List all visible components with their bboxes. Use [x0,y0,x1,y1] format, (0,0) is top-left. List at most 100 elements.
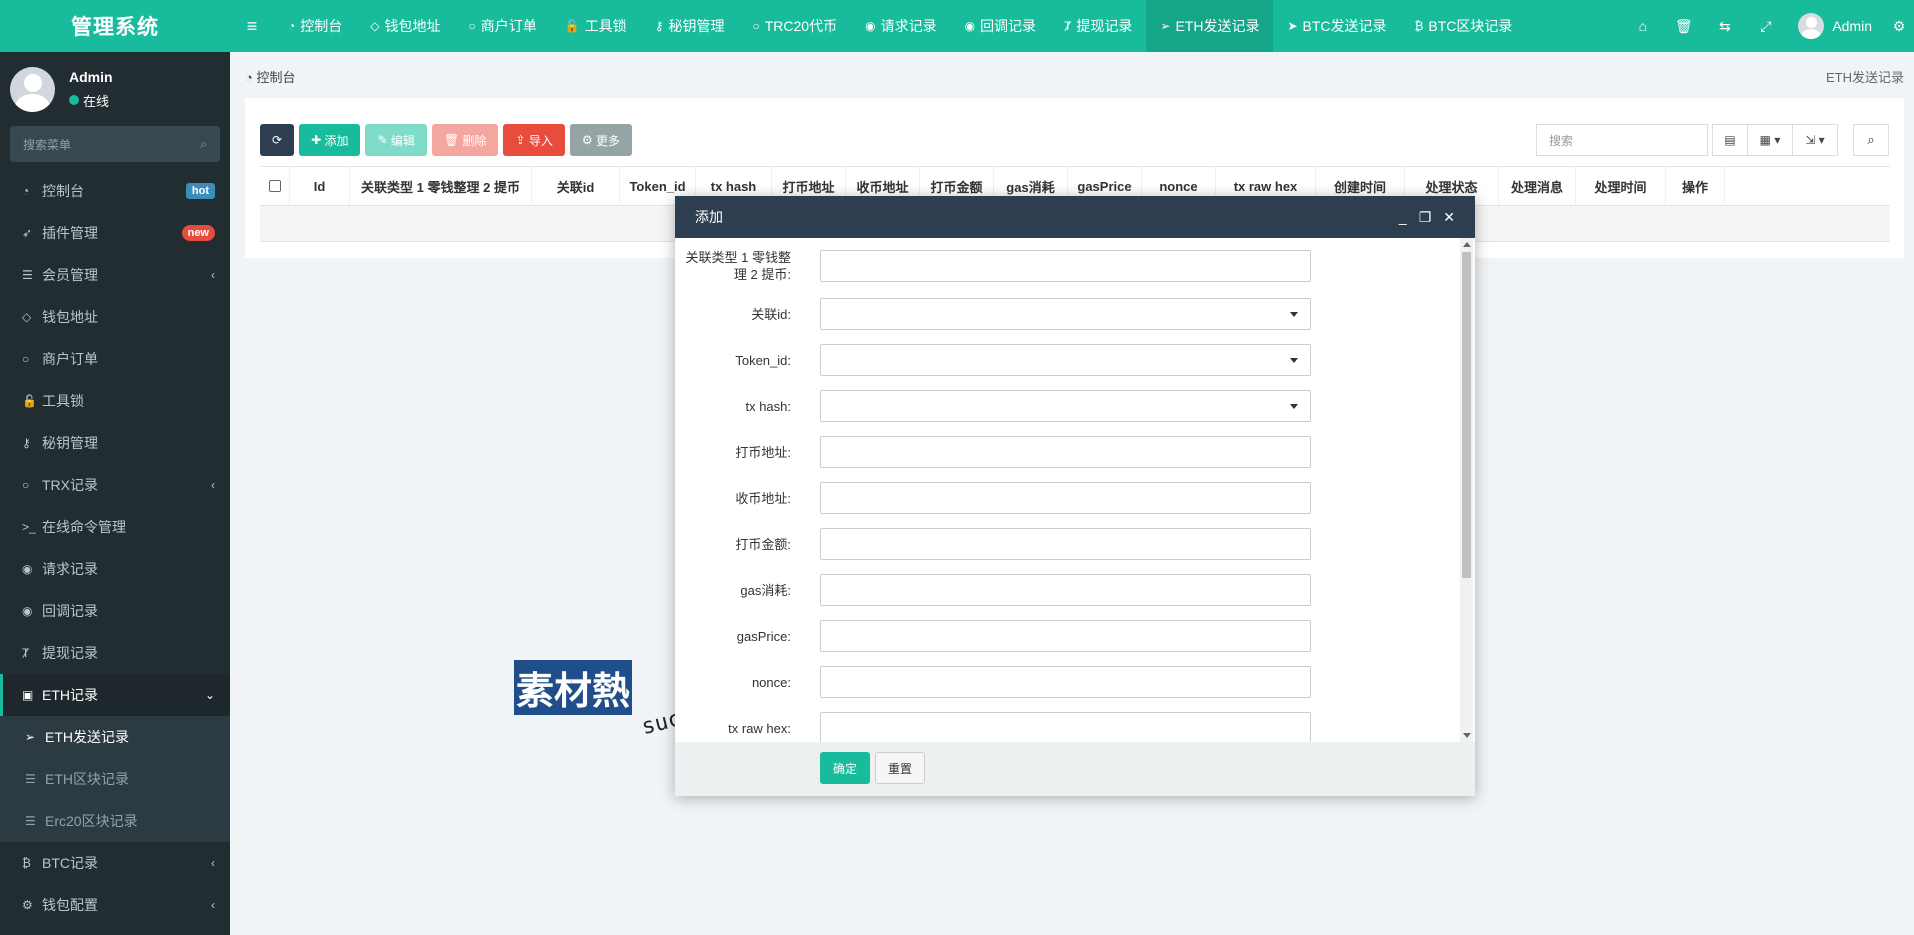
top-tab-label: 钱包地址 [384,18,441,34]
menu-search-input[interactable]: 搜索菜单 ⌕ [10,126,220,162]
top-tab[interactable]: ○ 商户订单 [454,0,550,52]
delete-button[interactable]: 🗑 删除 [431,124,499,156]
gear-icon: ⚙ [22,898,33,912]
maximize-icon[interactable]: ❐ [1419,209,1432,226]
top-tab[interactable]: ○ TRC20代币 [738,0,851,52]
table-search-input[interactable]: 搜索 [1536,124,1708,156]
text-field[interactable] [820,528,1311,560]
top-tab[interactable]: ◇ 钱包地址 [356,0,454,52]
scroll-up-icon[interactable] [1463,242,1471,247]
menu-toggle-icon[interactable]: ≡ [230,0,274,52]
text-field[interactable] [820,250,1311,282]
scroll-down-icon[interactable] [1463,733,1471,738]
dashboard-icon: ◔ [288,19,296,33]
column-header[interactable]: 处理消息 [1499,167,1576,205]
trash-icon[interactable]: 🗑 [1663,18,1704,35]
sidebar-item[interactable]: ◇ 钱包地址 [0,296,230,338]
text-field[interactable] [820,482,1311,514]
watermark-logo: 素材熱 [514,660,634,715]
form-row: Token_id: [675,344,1455,376]
sidebar-item[interactable]: ◉ 请求记录 [0,548,230,590]
search-icon[interactable]: ⌕ [200,137,207,152]
column-header[interactable]: 操作 [1666,167,1725,205]
profile-name: Admin [69,68,113,85]
select-field[interactable] [820,390,1311,422]
select-all-cell[interactable] [260,167,290,205]
top-tab[interactable]: ₿ BTC区块记录 [1401,0,1527,52]
sidebar-item[interactable]: 🔓 工具锁 [0,380,230,422]
settings-icon[interactable]: ⚙ [1884,18,1914,35]
dialog-scrollbar[interactable] [1460,238,1473,742]
field-label: 关联id: [751,306,791,322]
grid-icon: ▦ ▾ [1759,133,1781,147]
circle-icon: ○ [22,352,30,366]
sidebar-item[interactable]: ▣ ETH记录 ⌄ [0,674,230,716]
watermark-brand: 素材熱 [514,660,633,715]
add-button[interactable]: ✚ 添加 [299,124,361,156]
app-logo[interactable]: 管理系统 [0,0,230,52]
sidebar-item[interactable]: >_ 在线命令管理 [0,506,230,548]
table-search-button[interactable]: ⌕ [1853,124,1889,156]
column-header[interactable]: 关联类型 1 零钱整理 2 提币 [350,167,532,205]
select-field[interactable] [820,344,1311,376]
text-field[interactable] [820,620,1311,652]
dialog-header[interactable]: 添加 _ ❐ ✕ [675,196,1475,238]
sidebar-item[interactable]: ₿ BTC记录 ‹ [0,842,230,884]
top-tab[interactable]: ⚷ 秘钥管理 [641,0,739,52]
column-header[interactable]: Id [290,167,350,205]
sidebar-item[interactable]: ☰ ETH区块记录 [0,758,230,800]
breadcrumb[interactable]: ◔ 控制台 [245,67,295,86]
column-header[interactable]: 处理时间 [1576,167,1666,205]
list-icon: ☰ [25,772,36,786]
home-icon[interactable]: ⌂ [1622,18,1663,34]
more-button[interactable]: ⚙ 更多 [569,124,632,156]
bitcoin-icon: ₿ [1414,19,1424,33]
text-field[interactable] [820,712,1311,742]
sidebar-item[interactable]: ➶ 插件管理 new [0,212,230,254]
sidebar-item[interactable]: ○ 商户订单 [0,338,230,380]
sidebar-item[interactable]: ○ TRX记录 ‹ [0,464,230,506]
sidebar-item[interactable]: ⚷ 秘钥管理 [0,422,230,464]
caret-down-icon [1290,358,1298,363]
top-tab[interactable]: ➤ BTC发送记录 [1273,0,1400,52]
top-tab[interactable]: ◉ 回调记录 [951,0,1050,52]
text-field[interactable] [820,574,1311,606]
import-button[interactable]: ⇪ 导入 [503,124,565,156]
reset-button[interactable]: 重置 [875,752,925,784]
sidebar-item[interactable]: ➢ ETH发送记录 [0,716,230,758]
sidebar-menu: ◔ 控制台 hot ➶ 插件管理 new ☰ 会员管理 ‹ ◇ 钱包地址 ○ 商户订单 🔓 工具锁 ⚷ 秘钥管理… [0,170,230,926]
confirm-button[interactable]: 确定 [820,752,870,784]
language-icon[interactable]: ⇆ [1704,18,1745,35]
minimize-icon[interactable]: _ [1399,209,1407,226]
fullscreen-icon[interactable]: ⤢ [1745,18,1786,35]
user-menu[interactable]: Admin [1786,13,1884,39]
scroll-thumb[interactable] [1462,252,1471,578]
refresh-button[interactable]: ⟳ [260,124,295,156]
sidebar-item-label: 请求记录 [42,561,98,577]
text-field[interactable] [820,666,1311,698]
top-tab[interactable]: Ⱦ 提现记录 [1050,0,1146,52]
select-field[interactable] [820,298,1311,330]
sidebar-item[interactable]: ⚙ 钱包配置 ‹ [0,884,230,926]
toggle-view-button[interactable]: ▤ [1712,124,1748,156]
column-header[interactable]: 关联id [532,167,620,205]
top-tab[interactable]: 🔓 工具锁 [551,0,641,52]
top-tab-label: 请求记录 [880,18,937,34]
top-tab[interactable]: ➢ ETH发送记录 [1146,0,1274,52]
sidebar-item[interactable]: ◔ 控制台 hot [0,170,230,212]
edit-button[interactable]: ✎ 编辑 [365,124,427,156]
sidebar-item[interactable]: ☰ 会员管理 ‹ [0,254,230,296]
list-icon: ☰ [22,268,33,282]
sidebar-item[interactable]: ◉ 回调记录 [0,590,230,632]
top-tab[interactable]: ◉ 请求记录 [851,0,950,52]
select-all-checkbox[interactable] [268,180,281,192]
sidebar-item[interactable]: ☰ Erc20区块记录 [0,800,230,842]
close-icon[interactable]: ✕ [1443,209,1455,226]
text-field[interactable] [820,436,1311,468]
columns-button[interactable]: ▦ ▾ [1747,124,1793,156]
top-tab-label: 回调记录 [980,18,1037,34]
form-row: nonce: [675,666,1455,698]
sidebar-item[interactable]: Ⱦ 提现记录 [0,632,230,674]
export-button[interactable]: ⇲ ▾ [1792,124,1838,156]
top-tab[interactable]: ◔ 控制台 [274,0,356,52]
